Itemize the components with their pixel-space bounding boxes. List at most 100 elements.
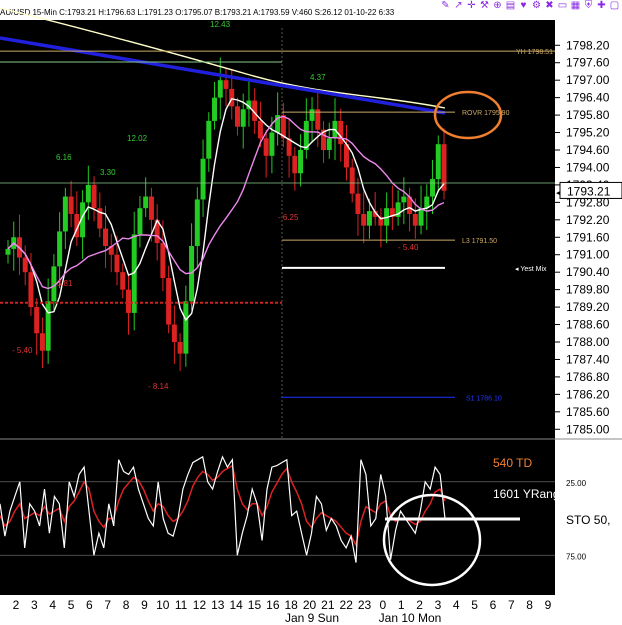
price-tick-label: 1786.80 xyxy=(566,370,610,384)
time-tick-label: 4 xyxy=(453,598,460,612)
candle-body xyxy=(62,196,68,232)
candle-body xyxy=(39,333,45,351)
time-tick-label: 5 xyxy=(68,598,75,612)
candle-body xyxy=(326,138,332,150)
time-tick-label: 21 xyxy=(321,598,335,612)
candle-body xyxy=(206,120,212,159)
candle-body xyxy=(194,199,200,246)
time-tick-label: 5 xyxy=(471,598,478,612)
s1-level-label: S1 1786.10 xyxy=(466,395,502,402)
osc-tick-label: 75.00 xyxy=(566,552,587,561)
price-tick-label: 1789.80 xyxy=(566,283,610,297)
candle-body xyxy=(45,301,51,351)
price-tick-label: 1788.60 xyxy=(566,318,610,332)
sto-label: STO 50, xyxy=(566,513,610,527)
candle-body xyxy=(240,109,246,127)
price-annotation: - 6.25 xyxy=(278,213,299,222)
date-label-jan9: Jan 9 Sun xyxy=(285,611,339,625)
time-tick-label: 3 xyxy=(435,598,442,612)
price-annotation: 12.43 xyxy=(210,20,231,29)
price-tick-label: 1794.00 xyxy=(566,160,610,174)
candle-body xyxy=(177,342,183,354)
candle-body xyxy=(183,301,189,354)
candle-body xyxy=(5,248,11,255)
current-price-label: 1793.21 xyxy=(567,184,611,198)
candle-body xyxy=(143,196,149,209)
price-tick-label: 1791.00 xyxy=(566,248,610,262)
time-tick-label: 8 xyxy=(123,598,130,612)
candle-body xyxy=(120,272,126,290)
candle-body xyxy=(125,289,131,313)
candle-body xyxy=(91,184,97,209)
price-tick-label: 1795.20 xyxy=(566,126,610,140)
rovr-level-label: ROVR 1795.90 xyxy=(462,110,510,117)
candle-body xyxy=(223,80,229,89)
candle-body xyxy=(229,88,235,107)
time-tick-label: 2 xyxy=(416,598,423,612)
time-tick-label: 1 xyxy=(398,598,405,612)
candle-body xyxy=(137,208,143,235)
osc-tick-label: 25.00 xyxy=(566,479,587,488)
candle-body xyxy=(217,80,223,98)
candle-body xyxy=(160,243,166,278)
candle-body xyxy=(103,228,109,246)
price-annotation: - 5.40 xyxy=(12,346,33,355)
yh-level-label: YH 1798.51 xyxy=(516,49,553,56)
candle-body xyxy=(257,120,263,139)
highlight-circle-white xyxy=(382,493,482,587)
trend-line xyxy=(0,36,446,115)
candle-body xyxy=(412,214,418,226)
time-tick-label: 12 xyxy=(193,598,207,612)
price-tick-label: 1787.40 xyxy=(566,352,610,366)
time-tick-label: 4 xyxy=(49,598,56,612)
candle-body xyxy=(200,158,206,200)
time-tick-label: 20 xyxy=(303,598,317,612)
date-label-jan10: Jan 10 Mon xyxy=(379,611,442,625)
time-tick-label: 3 xyxy=(31,598,38,612)
candle-body xyxy=(234,106,240,127)
candle-body xyxy=(361,214,367,226)
time-tick-label: 7 xyxy=(104,598,111,612)
price-annotation: 3.30 xyxy=(100,168,116,177)
candle-body xyxy=(418,208,424,226)
yrange-label: 1601 YRange xyxy=(493,487,567,501)
candle-body xyxy=(355,193,361,214)
candle-body xyxy=(366,211,372,226)
price-annotation: - 8.14 xyxy=(148,382,169,391)
time-tick-label: 6 xyxy=(490,598,497,612)
time-tick-label: 9 xyxy=(545,598,552,612)
price-annotation: 12.02 xyxy=(127,134,148,143)
time-tick-label: 23 xyxy=(358,598,372,612)
l3-level-label: L3 1791.50 xyxy=(462,238,497,245)
price-tick-label: 1795.80 xyxy=(566,108,610,122)
chart-canvas: 1798.20 1797.60 1797.00 1796.40 1795.80 1795.… xyxy=(0,7,622,625)
price-annotation: 6.16 xyxy=(56,153,72,162)
candle-body xyxy=(298,150,304,174)
price-annotation: - 3.81 xyxy=(52,279,73,288)
candle-body xyxy=(166,278,172,325)
time-tick-label: 11 xyxy=(175,598,188,612)
time-tick-label: 2 xyxy=(13,598,20,612)
price-tick-label: 1789.20 xyxy=(566,300,610,314)
time-tick-label: 18 xyxy=(284,598,298,612)
price-annotation: 4.37 xyxy=(310,73,326,82)
yest-mix-label: ◂ Yest Mix xyxy=(515,266,547,273)
price-tick-label: 1786.20 xyxy=(566,387,610,401)
price-tick-label: 1796.40 xyxy=(566,91,610,105)
time-tick-label: 16 xyxy=(266,598,280,612)
price-tick-label: 1785.60 xyxy=(566,405,610,419)
candle-body xyxy=(85,184,91,203)
time-tick-label: 8 xyxy=(526,598,533,612)
candle-body xyxy=(34,307,40,334)
current-price-arrow: ◂ xyxy=(556,187,561,197)
candle-body xyxy=(401,196,407,203)
candle-body xyxy=(263,138,269,156)
candle-body xyxy=(22,257,28,273)
candle-body xyxy=(212,97,218,121)
time-tick-label: 9 xyxy=(141,598,148,612)
time-tick-label: 6 xyxy=(86,598,93,612)
candle-body xyxy=(338,120,344,145)
price-tick-label: 1790.40 xyxy=(566,265,610,279)
time-tick-label: 22 xyxy=(340,598,354,612)
candle-body xyxy=(269,132,275,156)
